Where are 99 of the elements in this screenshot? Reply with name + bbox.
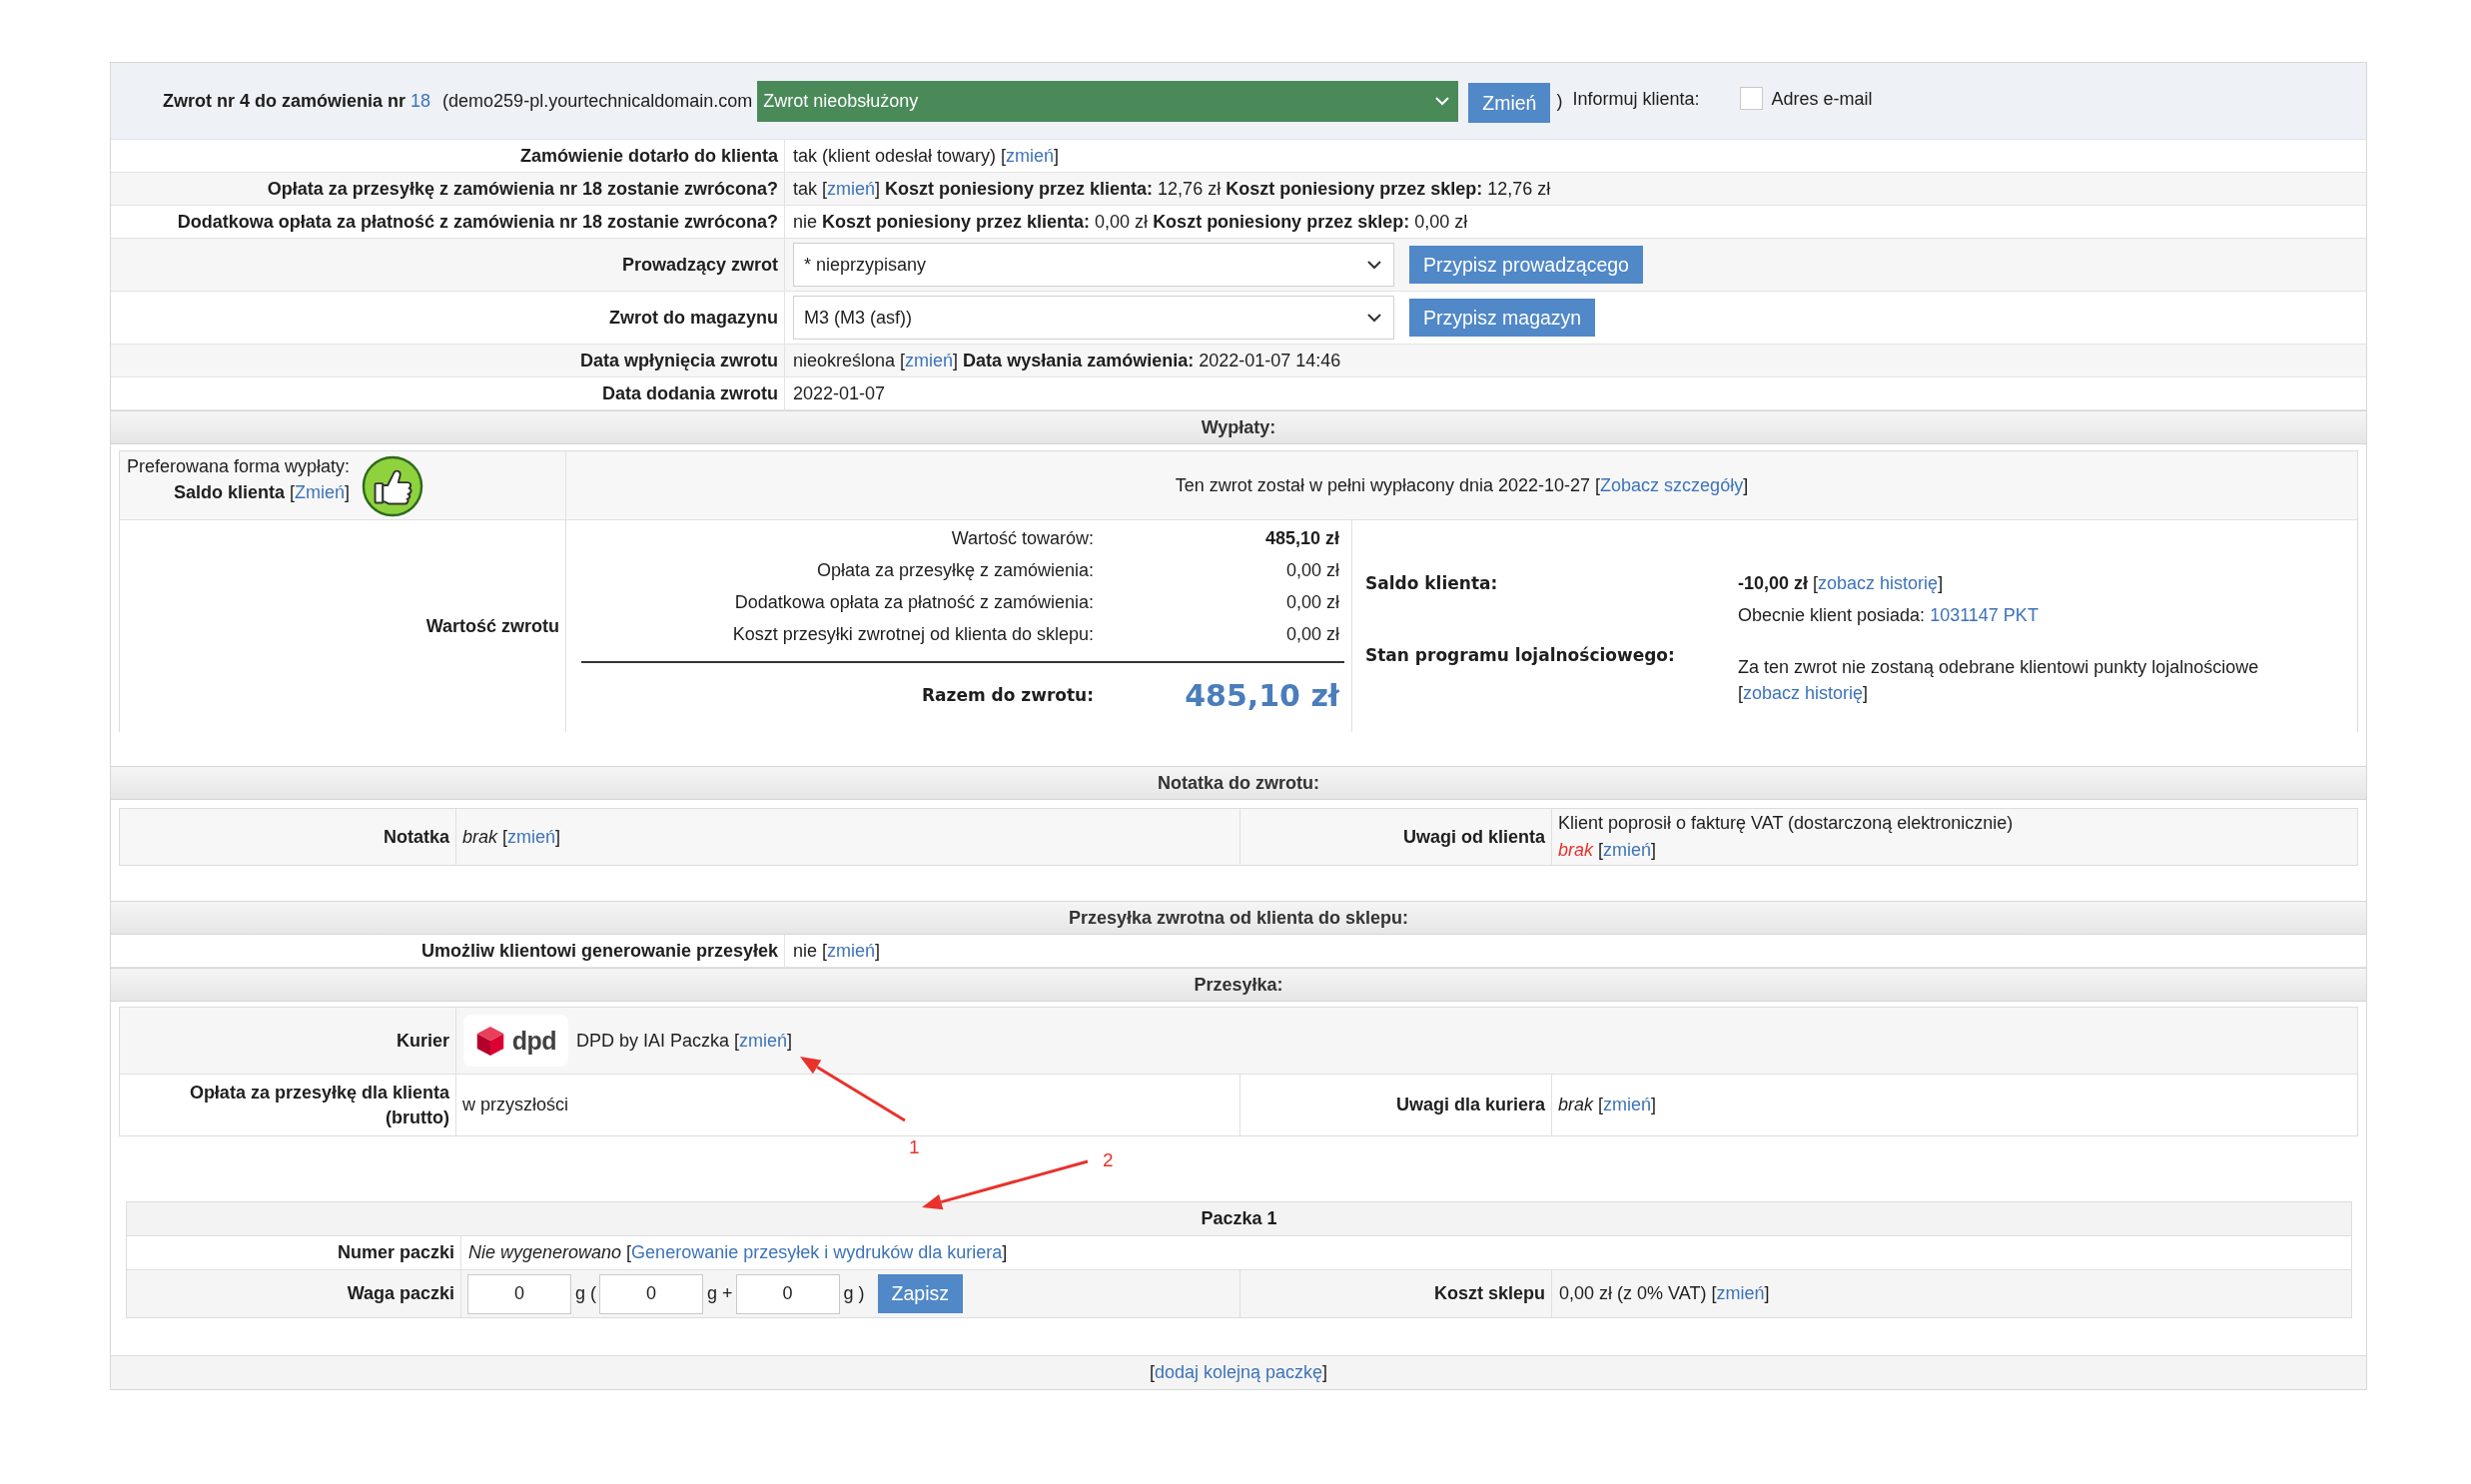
field-value: tak [zmień] Koszt poniesiony przez klienta: 12,76 zł Koszt poniesiony przez sklep: 12,76 zł xyxy=(793,178,1551,200)
field-value: 0,00 zł (z 0% VAT) [zmień] xyxy=(1559,1283,1770,1304)
return-title: Zwrot nr 4 do zamówienia nr 18 xyxy=(163,90,431,112)
change-link[interactable]: zmień xyxy=(905,350,954,371)
field-value: nie [zmień] xyxy=(793,940,881,962)
email-label: Adres e-mail xyxy=(1771,88,1873,110)
field-label: Uwagi od klienta xyxy=(1402,826,1545,848)
unit-text: g + xyxy=(707,1283,733,1304)
change-link[interactable]: zmień xyxy=(1716,1283,1765,1303)
weight-input[interactable]: 0 xyxy=(599,1273,703,1314)
field-label: Numer paczki xyxy=(337,1242,454,1263)
parenthesis-text: ) xyxy=(1556,90,1563,112)
field-value: brak [zmień] xyxy=(1558,1094,1657,1116)
breakdown-label: Opłata za przesyłkę z zamówienia: xyxy=(815,559,1094,582)
change-link[interactable]: zmień xyxy=(1603,840,1652,860)
change-link[interactable]: zmień xyxy=(827,940,876,961)
change-link[interactable]: zmień xyxy=(739,1030,788,1051)
field-value: 2022-01-07 xyxy=(793,382,886,404)
email-checkbox[interactable] xyxy=(1739,86,1763,110)
field-label: Umożliw klientowi generowanie przesyłek xyxy=(420,940,778,962)
add-package-text: [dodaj kolejną paczkę] xyxy=(1149,1362,1328,1382)
notify-label: Informuj klienta: xyxy=(1572,88,1700,110)
history-link[interactable]: zobacz historię xyxy=(1743,683,1864,703)
dropdown-select[interactable]: * nieprzypisany xyxy=(793,243,1394,287)
annotation-number: 2 xyxy=(1103,1149,1114,1171)
total-amount: 485,10 zł xyxy=(1184,677,1339,713)
points-text: Obecnie klient posiada: 1031147 PKT xyxy=(1738,604,2040,627)
field-value: brak [zmień] xyxy=(1558,839,1657,862)
field-label: Zwrot do magazynu xyxy=(609,307,778,329)
thumbs-up-icon xyxy=(362,455,424,517)
field-label: Notatka xyxy=(384,826,449,848)
chevron-down-icon xyxy=(1435,96,1450,106)
field-value: w przyszłości xyxy=(462,1094,568,1116)
field-label: Zamówienie dotarło do klienta xyxy=(519,145,778,167)
cube-icon xyxy=(474,1025,505,1057)
section-heading: Przesyłka zwrotna od klienta do sklepu: xyxy=(111,901,2366,935)
field-label: Opłata za przesyłkę dla klienta (brutto) xyxy=(188,1081,449,1129)
breakdown-amount: 0,00 zł xyxy=(1284,559,1339,582)
change-status-button[interactable]: Zmień xyxy=(1468,83,1551,123)
field-label: Data wpłynięcia zwrotu xyxy=(579,350,778,371)
field-label: Waga paczki xyxy=(347,1283,454,1304)
field-label: Koszt sklepu xyxy=(1433,1283,1545,1304)
breakdown-label: Dodatkowa opłata za płatność z zamówienia: xyxy=(733,591,1094,614)
dropdown-select[interactable]: M3 (M3 (asf)) xyxy=(793,296,1394,340)
section-heading: Przesyłka: xyxy=(111,968,2366,1002)
breakdown-label: Wartość towarów: xyxy=(950,527,1094,550)
status-select[interactable]: Zwrot nieobsłużony xyxy=(757,80,1459,122)
field-label: Opłata za przesyłkę z zamówienia nr 18 zostanie zwrócona? xyxy=(267,178,778,200)
history-link[interactable]: zobacz historię xyxy=(1818,573,1939,593)
field-value: brak [zmień] xyxy=(462,825,561,849)
unit-text: g ) xyxy=(843,1283,865,1304)
save-button[interactable]: Zapisz xyxy=(877,1274,963,1313)
section-heading: Wypłaty: xyxy=(111,410,2366,444)
customer-message: Klient poprosił o fakturę VAT (dostarczoną elektronicznie) xyxy=(1558,812,2014,835)
annotation-number: 1 xyxy=(909,1136,920,1158)
breakdown-amount: 485,10 zł xyxy=(1263,527,1339,550)
details-link[interactable]: Zobacz szczegóły xyxy=(1600,474,1744,495)
weight-input[interactable]: 0 xyxy=(735,1273,840,1314)
assign-button[interactable]: Przypisz magazyn xyxy=(1409,299,1596,337)
breakdown-amount: 0,00 zł xyxy=(1284,591,1339,614)
field-label: Uwagi dla kuriera xyxy=(1395,1095,1545,1115)
field-value: DPD by IAI Paczka [zmień] xyxy=(576,1030,793,1052)
field-label: Kurier xyxy=(397,1030,449,1052)
change-link[interactable]: zmień xyxy=(507,826,556,847)
field-label: Prowadzący zwrot xyxy=(621,254,778,276)
payout-method-label: Preferowana forma wypłaty: xyxy=(127,455,351,478)
field-value: Nie wygenerowano [Generowanie przesyłek i wydruków dla kuriera] xyxy=(468,1242,1008,1263)
generate-shipment-link[interactable]: Generowanie przesyłek i wydruków dla kuriera xyxy=(631,1242,1003,1262)
field-value: nieokreślona [zmień] Data wysłania zamówienia: 2022-01-07 14:46 xyxy=(793,350,1341,371)
section-heading: Notatka do zwrotu: xyxy=(111,766,2366,800)
total-label: Razem do zwrotu: xyxy=(920,685,1094,705)
refund-value-label: Wartość zwrotu xyxy=(425,615,559,637)
order-link[interactable]: 18 xyxy=(411,90,431,111)
field-label: Data dodania zwrotu xyxy=(602,382,778,404)
assign-button[interactable]: Przypisz prowadzącego xyxy=(1409,246,1643,284)
breakdown-amount: 0,00 zł xyxy=(1284,623,1339,646)
payout-status-text: Ten zwrot został w pełni wypłacony dnia 2022-10-27 [Zobacz szczegóły] xyxy=(1175,474,1749,496)
logo-text: dpd xyxy=(511,1026,557,1056)
field-value: tak (klient odesłał towary) [zmień] xyxy=(793,145,1060,167)
field-value: nie Koszt poniesiony przez klienta: 0,00 zł Koszt poniesiony przez sklep: 0,00 zł xyxy=(793,211,1468,233)
package-heading: Paczka 1 xyxy=(127,1202,2351,1236)
change-link[interactable]: zmień xyxy=(1006,145,1055,166)
balance-value: -10,00 zł [zobacz historię] xyxy=(1738,572,1945,595)
field-label: Dodatkowa opłata za płatność z zamówienia nr 18 zostanie zwrócona? xyxy=(177,211,778,233)
balance-label: Saldo klienta: xyxy=(1365,572,1499,595)
breakdown-label: Koszt przesyłki zwrotnej od klienta do sklepu: xyxy=(731,623,1094,646)
loyalty-text: Za ten zwrot nie zostaną odebrane klientowi punkty lojalnościowe [zobacz historię] xyxy=(1738,656,2260,705)
change-link[interactable]: zmień xyxy=(827,178,876,199)
add-package-link[interactable]: dodaj kolejną paczkę xyxy=(1154,1362,1323,1382)
chevron-down-icon xyxy=(1367,260,1381,270)
weight-input[interactable]: 0 xyxy=(467,1273,571,1314)
loyalty-label: Stan programu lojalnościowego: xyxy=(1365,644,1676,667)
unit-text: g ( xyxy=(575,1283,596,1304)
store-domain: (demo259-pl.yourtechnicaldomain.com xyxy=(442,90,753,112)
payout-method-value: Saldo klienta [Zmień] xyxy=(173,481,351,504)
change-link[interactable]: Zmień xyxy=(295,482,346,502)
points-link[interactable]: 1031147 PKT xyxy=(1930,605,2039,625)
change-link[interactable]: zmień xyxy=(1603,1095,1652,1114)
chevron-down-icon xyxy=(1367,313,1381,323)
